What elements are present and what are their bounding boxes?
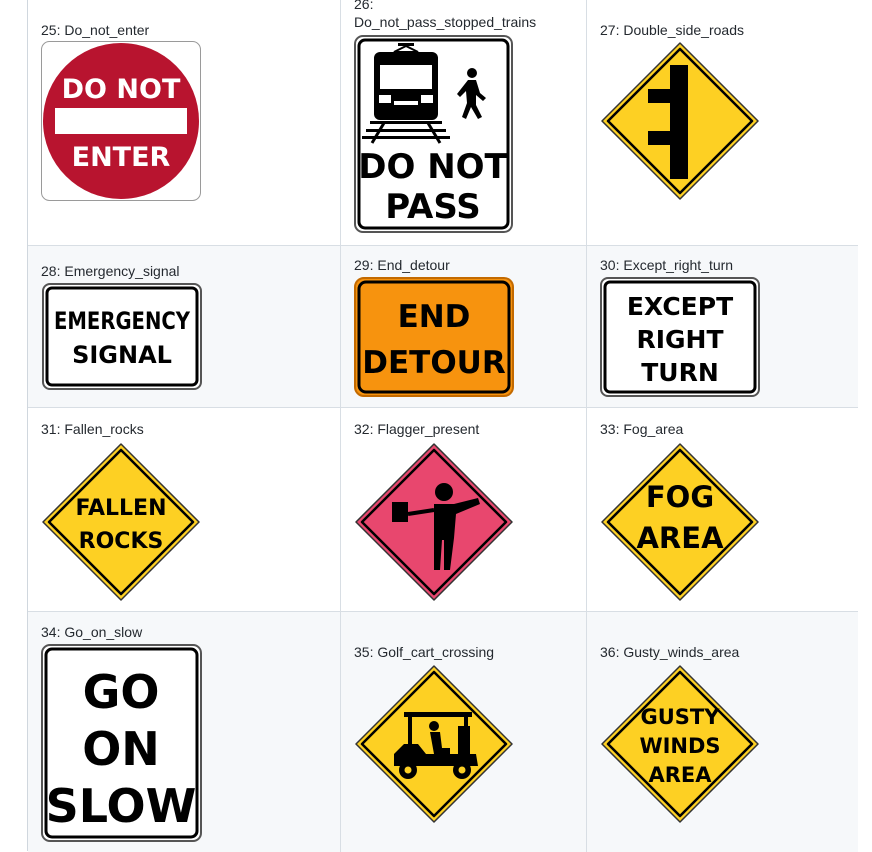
table-cell: 31: Fallen_rocks FALLEN ROCKS	[28, 408, 340, 612]
sign-text-line: AREA	[636, 521, 724, 555]
sign-text-line: EMERGENCY	[54, 307, 191, 335]
table-cell: 34: Go_on_slow GO ON SLOW	[28, 612, 340, 852]
sign-text-line: DO NOT	[358, 147, 508, 187]
sign-label-line: Do_not_pass_stopped_trains	[354, 14, 537, 30]
sign-label: 25: Do_not_enter	[41, 22, 150, 38]
table-row: 31: Fallen_rocks FALLEN ROCKS 32: Flagge…	[28, 407, 858, 612]
sign-text-line: RIGHT	[636, 325, 723, 354]
go-on-slow-sign: GO ON SLOW	[41, 644, 202, 842]
gusty-winds-area-sign: GUSTY WINDS AREA	[601, 665, 759, 823]
do-not-enter-sign: DO NOT ENTER	[41, 41, 201, 201]
table-row: 34: Go_on_slow GO ON SLOW 35: Golf_cart_…	[28, 611, 858, 852]
sign-text-line: ROCKS	[79, 529, 164, 554]
table-cell: 26: Do_not_pass_stopped_trains DO NOT PA…	[340, 0, 587, 245]
sign-text-line: FALLEN	[75, 496, 166, 521]
sign-table: 25: Do_not_enter DO NOT ENTER 26: Do_not…	[27, 0, 858, 852]
sign-text-line: END	[398, 299, 471, 335]
sign-label: 26: Do_not_pass_stopped_trains	[354, 0, 536, 31]
sign-text-line: GO	[83, 665, 160, 719]
emergency-signal-sign: EMERGENCY SIGNAL	[42, 283, 202, 390]
fog-area-sign: FOG AREA	[601, 443, 759, 601]
do-not-pass-stopped-trains-sign: DO NOT PASS	[354, 35, 513, 233]
table-cell: 30: Except_right_turn EXCEPT RIGHT TURN	[586, 246, 859, 408]
sign-label: 32: Flagger_present	[354, 421, 480, 437]
sign-text-line: WINDS	[639, 734, 720, 758]
sign-label: 29: End_detour	[354, 257, 450, 273]
flagger-present-sign	[355, 443, 513, 601]
table-cell: 32: Flagger_present	[340, 408, 587, 612]
sign-text-line: SIGNAL	[72, 341, 172, 369]
sign-text-line: PASS	[385, 187, 481, 227]
sign-label: 33: Fog_area	[600, 421, 684, 437]
sign-text-line: EXCEPT	[627, 292, 733, 321]
double-side-roads-sign	[601, 42, 759, 200]
sign-label: 34: Go_on_slow	[41, 624, 143, 640]
golf-cart-crossing-sign	[355, 665, 513, 823]
sign-text-line: FOG	[646, 480, 714, 514]
sign-text-line: GUSTY	[641, 705, 721, 729]
sign-label: 27: Double_side_roads	[600, 22, 744, 38]
sign-text-line: DO NOT	[62, 74, 181, 105]
table-cell: 36: Gusty_winds_area GUSTY WINDS AREA	[586, 612, 859, 852]
sign-label: 30: Except_right_turn	[600, 257, 734, 273]
sign-label: 28: Emergency_signal	[41, 263, 180, 279]
sign-label: 36: Gusty_winds_area	[600, 644, 740, 660]
except-right-turn-sign: EXCEPT RIGHT TURN	[600, 277, 760, 397]
sign-label-line: 26:	[354, 0, 374, 12]
sign-text-line: ENTER	[72, 142, 171, 173]
table-row: 28: Emergency_signal EMERGENCY SIGNAL 29…	[28, 245, 858, 408]
end-detour-sign: END DETOUR	[354, 277, 514, 397]
sign-label: 31: Fallen_rocks	[41, 421, 144, 437]
table-cell: 35: Golf_cart_crossing	[340, 612, 587, 852]
sign-text-line: AREA	[648, 763, 712, 787]
table-cell: 28: Emergency_signal EMERGENCY SIGNAL	[28, 246, 340, 408]
table-cell: 29: End_detour END DETOUR	[340, 246, 587, 408]
sign-text-line: TURN	[641, 358, 719, 387]
table-cell: 33: Fog_area FOG AREA	[586, 408, 859, 612]
fallen-rocks-sign: FALLEN ROCKS	[42, 443, 200, 601]
table-cell: 27: Double_side_roads	[586, 0, 859, 245]
sign-text-line: DETOUR	[362, 345, 506, 381]
sign-text-line: ON	[82, 722, 160, 776]
sign-text-line: SLOW	[46, 779, 197, 833]
sign-label: 35: Golf_cart_crossing	[354, 644, 495, 660]
table-row: 25: Do_not_enter DO NOT ENTER 26: Do_not…	[28, 0, 858, 245]
table-cell: 25: Do_not_enter DO NOT ENTER	[28, 0, 340, 245]
